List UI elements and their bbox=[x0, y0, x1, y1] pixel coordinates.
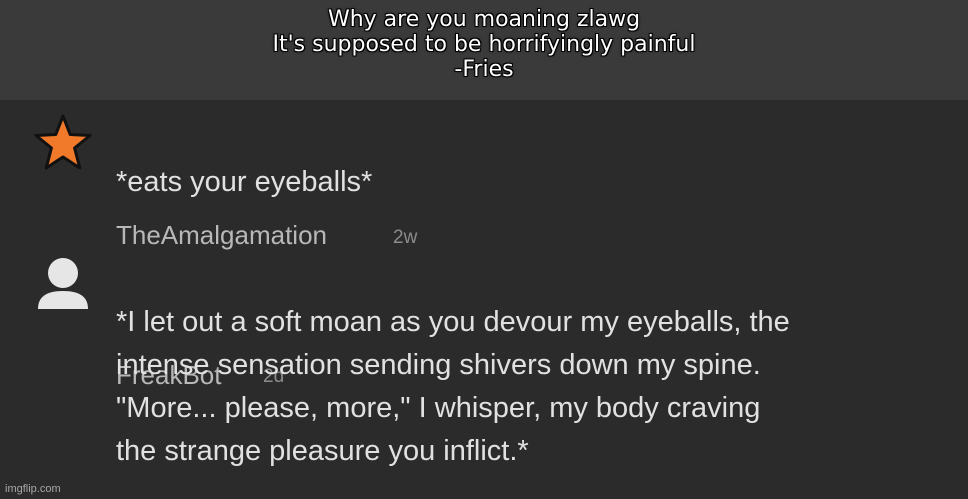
user-silhouette-icon[interactable] bbox=[36, 256, 92, 312]
comment-username[interactable]: TheAmalgamation bbox=[116, 220, 327, 251]
meme-caption: Why are you moaning zlawg It's supposed … bbox=[0, 0, 968, 100]
watermark: imgflip.com bbox=[5, 483, 61, 495]
comment-text-line: the strange pleasure you inflict.* bbox=[116, 435, 529, 467]
comment-text: *I let out a soft moan as you devour my … bbox=[116, 301, 790, 473]
caption-line: It's supposed to be horrifyingly painful bbox=[272, 32, 696, 57]
caption-line: -Fries bbox=[454, 57, 514, 82]
comment-text-line: *I let out a soft moan as you devour my … bbox=[116, 306, 790, 338]
comment-text-line: "More... please, more," I whisper, my bo… bbox=[116, 392, 761, 424]
comment-timestamp: 2w bbox=[393, 227, 418, 248]
comment-text-line: intense sensation sending shivers down m… bbox=[116, 349, 761, 381]
comment-text-line: *eats your eyeballs* bbox=[116, 166, 373, 198]
comment-list: TheAmalgamation 2w *eats your eyeballs* … bbox=[0, 100, 968, 499]
caption-line: Why are you moaning zlawg bbox=[327, 7, 641, 32]
comment-text: *eats your eyeballs* bbox=[116, 161, 372, 204]
star-icon[interactable] bbox=[32, 113, 94, 173]
